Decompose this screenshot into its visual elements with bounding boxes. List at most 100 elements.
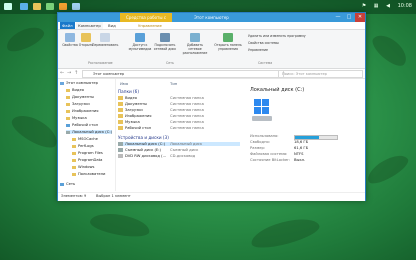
nav-videos[interactable]: Видео bbox=[66, 88, 84, 92]
desktop-icon bbox=[66, 123, 70, 127]
used-label: Использовано: bbox=[250, 134, 279, 138]
folder-icon bbox=[118, 96, 123, 100]
list-item[interactable]: Видео Системная папка bbox=[118, 96, 204, 100]
file-list: Имя Тип Папки (6) Видео Системная папка Д… bbox=[116, 79, 246, 191]
folder-icon bbox=[72, 158, 76, 162]
size-value: 61,6 ГБ bbox=[294, 146, 309, 150]
explorer-icon[interactable] bbox=[33, 3, 41, 10]
media-icon bbox=[135, 33, 145, 42]
open-icon bbox=[81, 33, 91, 42]
column-name[interactable]: Имя bbox=[120, 81, 128, 86]
drive-icon bbox=[118, 142, 123, 146]
group-network: Сеть bbox=[166, 61, 174, 65]
folder-icon bbox=[72, 172, 76, 176]
folder-icon bbox=[118, 114, 123, 118]
folder-icon bbox=[66, 95, 70, 99]
manage-button[interactable]: Управление bbox=[248, 48, 268, 52]
status-bar: Элементов: 9 Выбран 1 элемент bbox=[58, 192, 365, 201]
minimize-button[interactable]: — bbox=[333, 13, 343, 22]
tab-view[interactable]: Вид bbox=[106, 22, 118, 29]
add-network-location-button[interactable]: Добавить сетевое расположение bbox=[180, 33, 210, 55]
details-title: Локальный диск (C:) bbox=[250, 87, 305, 93]
list-item[interactable]: Музыка Системная папка bbox=[118, 120, 204, 124]
nav-documents[interactable]: Документы bbox=[66, 95, 94, 99]
folder-icon bbox=[66, 109, 70, 113]
nav-local-disk-c[interactable]: Локальный диск (C:) bbox=[66, 130, 113, 134]
nav-perflogs[interactable]: PerfLogs bbox=[72, 144, 94, 148]
navigation-pane: Этот компьютер Видео Документы Загрузки … bbox=[58, 79, 116, 191]
free-label: Свободно: bbox=[250, 140, 270, 144]
folder-icon bbox=[72, 137, 76, 141]
map-drive-button[interactable]: Подключить сетевой диск bbox=[153, 33, 177, 51]
drive-icon bbox=[66, 130, 70, 134]
network-icon bbox=[60, 182, 64, 186]
maximize-button[interactable]: □ bbox=[344, 13, 354, 22]
folder-icon bbox=[72, 144, 76, 148]
ie-icon[interactable] bbox=[20, 3, 28, 10]
size-label: Размер: bbox=[250, 146, 266, 150]
usage-bar-fill bbox=[295, 136, 319, 139]
store-icon[interactable] bbox=[46, 3, 54, 10]
close-button[interactable]: ✕ bbox=[355, 13, 365, 22]
control-panel-icon bbox=[223, 33, 233, 42]
group-system: Система bbox=[258, 61, 273, 65]
network-icon[interactable]: ▦ bbox=[374, 3, 379, 9]
address-input[interactable]: Этот компьютер bbox=[82, 70, 284, 78]
back-button[interactable]: ← bbox=[60, 70, 64, 76]
windows-drive-icon bbox=[252, 99, 272, 121]
system-tray: ⚑ ▦ ◀ 10:08 bbox=[356, 3, 412, 9]
rename-button[interactable]: Переименовать bbox=[92, 33, 118, 47]
list-item[interactable]: Съемный диск (E:) Съемный диск bbox=[118, 148, 198, 152]
explorer-window: Средства работы с дисками Этот компьютер… bbox=[57, 12, 366, 201]
list-item[interactable]: Документы Системная папка bbox=[118, 102, 204, 106]
network-drive-icon bbox=[160, 33, 170, 42]
flag-icon[interactable]: ⚑ bbox=[362, 3, 366, 9]
nav-desktop[interactable]: Рабочий стол bbox=[66, 123, 98, 127]
tab-manage[interactable]: Управление bbox=[136, 22, 164, 29]
folder-icon bbox=[118, 102, 123, 106]
search-input[interactable]: Поиск: Этот компьютер bbox=[278, 70, 363, 78]
start-icon[interactable] bbox=[4, 3, 12, 10]
media-access-button[interactable]: Доступ к мультимедиа bbox=[128, 33, 152, 51]
details-pane: Локальный диск (C:) Использовано: Свобод… bbox=[246, 79, 364, 191]
nav-downloads[interactable]: Загрузки bbox=[66, 102, 90, 106]
list-item[interactable]: DVD RW дисковод (... CD-дисковод bbox=[118, 154, 195, 158]
folders-group-header[interactable]: Папки (6) bbox=[118, 89, 139, 94]
folder-icon bbox=[72, 151, 76, 155]
folder-icon bbox=[118, 108, 123, 112]
nav-windows[interactable]: Windows bbox=[72, 165, 94, 169]
network-location-icon bbox=[190, 33, 200, 42]
devices-group-header[interactable]: Устройства и диски (3) bbox=[118, 135, 169, 140]
window-title: Этот компьютер bbox=[194, 15, 229, 20]
nav-this-pc[interactable]: Этот компьютер bbox=[60, 81, 98, 85]
clock[interactable]: 10:08 bbox=[398, 3, 412, 9]
nav-network[interactable]: Сеть bbox=[60, 182, 75, 186]
nav-msocache[interactable]: MSOCache bbox=[72, 137, 98, 141]
column-type[interactable]: Тип bbox=[170, 81, 177, 86]
app2-icon[interactable] bbox=[72, 3, 80, 10]
list-item[interactable]: Локальный диск (C:) Локальный диск bbox=[118, 142, 240, 146]
tab-computer[interactable]: Компьютер bbox=[76, 22, 103, 29]
volume-icon[interactable]: ◀ bbox=[386, 3, 390, 9]
filesystem-label: Файловая система: bbox=[250, 152, 288, 156]
nav-users[interactable]: Пользователи bbox=[72, 172, 105, 176]
nav-pictures[interactable]: Изображения bbox=[66, 109, 98, 113]
folder-icon bbox=[118, 126, 123, 130]
system-properties-button[interactable]: Свойства системы bbox=[248, 41, 279, 45]
address-bar-row: ← → ↑ Этот компьютер Поиск: Этот компьют… bbox=[58, 69, 365, 79]
control-panel-button[interactable]: Открыть панель управления bbox=[214, 33, 242, 51]
up-button[interactable]: ↑ bbox=[74, 70, 78, 76]
tab-file[interactable]: Файл bbox=[60, 22, 75, 29]
title-bar[interactable]: Средства работы с дисками Этот компьютер… bbox=[58, 13, 365, 29]
app-icon[interactable] bbox=[59, 3, 67, 10]
filesystem-value: NTFS bbox=[294, 152, 304, 156]
list-item[interactable]: Загрузки Системная папка bbox=[118, 108, 204, 112]
nav-program-files[interactable]: Program Files bbox=[72, 151, 103, 155]
folder-icon bbox=[72, 165, 76, 169]
list-item[interactable]: Изображения Системная папка bbox=[118, 114, 204, 118]
nav-music[interactable]: Музыка bbox=[66, 116, 87, 120]
uninstall-program-button[interactable]: Удалить или изменить программу bbox=[248, 34, 306, 38]
list-item[interactable]: Рабочий стол Системная папка bbox=[118, 126, 204, 130]
forward-button[interactable]: → bbox=[67, 70, 71, 76]
nav-programdata[interactable]: ProgramData bbox=[72, 158, 102, 162]
